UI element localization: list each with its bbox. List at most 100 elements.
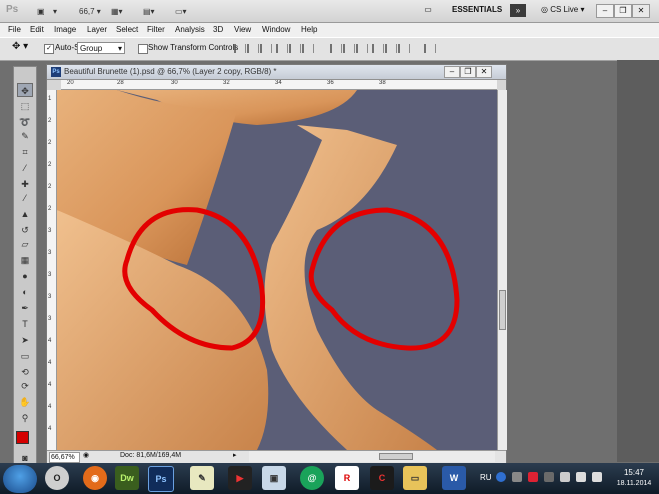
3d-rotate-tool-icon[interactable]: ⟲ [17, 365, 33, 379]
word-icon[interactable]: W [442, 466, 466, 490]
mail-at-icon[interactable]: @ [300, 466, 324, 490]
foreground-color-swatch[interactable] [16, 431, 29, 444]
marquee-tool-icon[interactable]: ⬚ [17, 99, 33, 113]
workspace-switcher[interactable]: ESSENTIALS [452, 5, 502, 14]
vertical-scrollbar[interactable] [497, 90, 507, 450]
arrange-documents-icon[interactable]: ▤▾ [142, 4, 162, 19]
minimize-button[interactable]: – [596, 4, 614, 18]
language-indicator[interactable]: RU [480, 473, 492, 482]
folder-icon[interactable]: ▭ [403, 466, 427, 490]
distribute-right-icon[interactable] [398, 44, 410, 53]
close-button[interactable]: ✕ [632, 4, 650, 18]
healing-tool-icon[interactable]: ✚ [17, 177, 33, 191]
notepad-icon[interactable]: ✎ [190, 466, 214, 490]
menu-window[interactable]: Window [262, 25, 290, 34]
tray-app-icon[interactable] [512, 472, 522, 482]
more-workspaces-icon[interactable]: » [510, 4, 526, 17]
status-arrow-icon[interactable]: ▸ [233, 451, 237, 459]
menu-analysis[interactable]: Analysis [175, 25, 205, 34]
move-tool-preset-icon[interactable]: ✥ ▾ [12, 41, 28, 52]
hand-tool-icon[interactable]: ✋ [17, 395, 33, 409]
crop-tool-icon[interactable]: ⌗ [17, 145, 33, 159]
doc-restore-button[interactable]: ❐ [460, 66, 476, 78]
menu-file[interactable]: File [8, 25, 21, 34]
move-tool-icon[interactable]: ✥ [17, 83, 33, 97]
doc-close-button[interactable]: ✕ [476, 66, 492, 78]
photoshop-taskbar-icon[interactable]: Ps [148, 466, 174, 492]
auto-select-checkbox[interactable]: ✓ [44, 44, 54, 54]
zoom-level-select[interactable]: 66,7 ▾ [78, 4, 108, 19]
help-tray-icon[interactable] [496, 472, 506, 482]
menu-edit[interactable]: Edit [30, 25, 44, 34]
show-transform-checkbox[interactable] [138, 44, 148, 54]
distribute-left-icon[interactable] [372, 44, 384, 53]
path-select-tool-icon[interactable]: ➤ [17, 333, 33, 347]
align-left-icon[interactable] [276, 44, 288, 53]
menu-filter[interactable]: Filter [147, 25, 165, 34]
document-title-bar[interactable]: Ps Beautiful Brunette (1).psd @ 66,7% (L… [47, 65, 506, 80]
history-brush-tool-icon[interactable]: ↺ [17, 223, 33, 237]
menu-select[interactable]: Select [116, 25, 138, 34]
auto-select-dropdown[interactable]: Group ▾ [77, 42, 125, 54]
distribute-vcenter-icon[interactable] [343, 44, 355, 53]
shape-tool-icon[interactable]: ▭ [17, 349, 33, 363]
media-player-icon[interactable]: ▶ [228, 466, 252, 490]
align-bottom-icon[interactable] [260, 44, 272, 53]
gradient-tool-icon[interactable]: ▦ [17, 253, 33, 267]
dodge-tool-icon[interactable]: ◐ [17, 285, 33, 299]
screen-mode-icon[interactable]: ▭▾ [174, 4, 194, 19]
workspace-menu-icon[interactable]: ▭ [422, 4, 434, 16]
start-button[interactable] [3, 465, 37, 493]
quick-select-tool-icon[interactable]: ✎ [17, 129, 33, 143]
image-canvas[interactable] [57, 90, 497, 450]
distribute-hcenter-icon[interactable] [385, 44, 397, 53]
firefox-icon[interactable]: ◉ [83, 466, 107, 490]
auto-align-icon[interactable] [424, 44, 436, 53]
eyedropper-tool-icon[interactable]: ⁄ [17, 161, 33, 175]
network-icon[interactable] [576, 472, 586, 482]
menu-help[interactable]: Help [301, 25, 317, 34]
eraser-tool-icon[interactable]: ▱ [17, 237, 33, 251]
type-tool-icon[interactable]: T [17, 317, 33, 331]
blur-tool-icon[interactable]: ● [17, 269, 33, 283]
clock-date[interactable]: 18.11.2014 [612, 480, 656, 487]
restore-button[interactable]: ❐ [614, 4, 632, 18]
align-right-icon[interactable] [302, 44, 314, 53]
brush-tool-icon[interactable]: ⁄ [17, 191, 33, 205]
vertical-scroll-thumb[interactable] [499, 290, 506, 330]
lasso-tool-icon[interactable]: ➰ [17, 115, 33, 129]
menu-3d[interactable]: 3D [213, 25, 223, 34]
clone-stamp-tool-icon[interactable]: ▲ [17, 207, 33, 221]
zoom-field[interactable]: 66,67% [49, 452, 80, 463]
menu-image[interactable]: Image [54, 25, 76, 34]
bridge-dropdown-icon[interactable]: ▾ [52, 4, 64, 19]
r-app-icon[interactable]: R [335, 466, 359, 490]
tray-app-icon[interactable] [544, 472, 554, 482]
distribute-top-icon[interactable] [330, 44, 342, 53]
align-hcenter-icon[interactable] [289, 44, 301, 53]
flag-icon[interactable] [560, 472, 570, 482]
clock-time[interactable]: 15:47 [615, 468, 653, 477]
ccleaner-icon[interactable]: C [370, 466, 394, 490]
view-extras-icon[interactable]: ▦▾ [110, 4, 130, 19]
horizontal-scrollbar[interactable] [249, 451, 495, 462]
opera-icon[interactable]: O [45, 466, 69, 490]
status-menu-icon[interactable]: ◉ [83, 451, 89, 459]
cs-live-menu[interactable]: ◎ CS Live ▾ [541, 5, 584, 14]
doc-minimize-button[interactable]: – [444, 66, 460, 78]
dreamweaver-icon[interactable]: Dw [115, 466, 139, 490]
menu-view[interactable]: View [234, 25, 251, 34]
horizontal-scroll-thumb[interactable] [379, 453, 413, 460]
ruler-h-label: 38 [379, 80, 386, 86]
antivirus-tray-icon[interactable] [528, 472, 538, 482]
3d-orbit-tool-icon[interactable]: ⟳ [17, 379, 33, 393]
pen-tool-icon[interactable]: ✒ [17, 301, 33, 315]
zoom-tool-icon[interactable]: ⚲ [17, 411, 33, 425]
align-vcenter-icon[interactable] [247, 44, 259, 53]
bridge-icon[interactable]: ▣ [36, 4, 52, 19]
distribute-bottom-icon[interactable] [356, 44, 368, 53]
image-viewer-icon[interactable]: ▣ [262, 466, 286, 490]
volume-icon[interactable] [592, 472, 602, 482]
menu-layer[interactable]: Layer [87, 25, 107, 34]
align-top-icon[interactable] [234, 44, 246, 53]
